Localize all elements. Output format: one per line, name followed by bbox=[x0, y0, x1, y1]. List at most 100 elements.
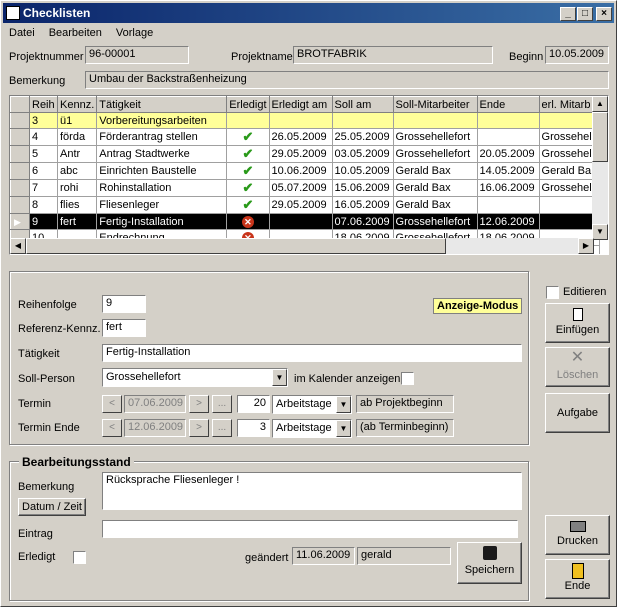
row-selector[interactable] bbox=[10, 145, 30, 163]
cell-taetigkeit: Vorbereitungsarbeiten bbox=[96, 112, 228, 129]
reihenfolge-input[interactable]: 9 bbox=[102, 295, 146, 313]
terminende-prev-button[interactable]: < bbox=[102, 419, 122, 437]
minimize-button[interactable]: _ bbox=[560, 7, 576, 21]
table-row[interactable]: ▶ 9 fert Fertig-Installation ✕ 07.06.2009 Gros… bbox=[10, 213, 600, 230]
scroll-down-icon[interactable]: ▼ bbox=[592, 224, 608, 240]
col-erledigt-am[interactable]: Erledigt am bbox=[268, 96, 333, 113]
termin-more-button[interactable]: ... bbox=[212, 395, 232, 413]
terminende-more-button[interactable]: ... bbox=[212, 419, 232, 437]
cell-ende: 12.06.2009 bbox=[476, 213, 540, 230]
menu-bearbeiten[interactable]: Bearbeiten bbox=[49, 27, 102, 39]
einfuegen-button[interactable]: Einfügen bbox=[545, 303, 610, 343]
window-title: Checklisten bbox=[23, 6, 91, 20]
taetigkeit-label: Tätigkeit bbox=[18, 348, 60, 360]
termin-label: Termin bbox=[18, 398, 52, 410]
erledigt-checkbox[interactable] bbox=[73, 551, 86, 564]
termin-number-input[interactable]: 20 bbox=[237, 395, 270, 413]
cell-soll_mitarbeiter: Grossehellefort bbox=[392, 128, 478, 146]
speichern-button[interactable]: Speichern bbox=[457, 542, 522, 584]
termin-prev-button[interactable]: < bbox=[102, 395, 122, 413]
terminende-date-field[interactable]: 12.06.2009 bbox=[124, 419, 186, 437]
cell-erl bbox=[538, 196, 600, 214]
check-icon: ✔ bbox=[242, 146, 254, 162]
sollperson-label: Soll-Person bbox=[18, 373, 75, 385]
cell-kennz: Antr bbox=[56, 145, 98, 163]
chevron-down-icon[interactable]: ▼ bbox=[336, 396, 351, 413]
row-selector[interactable] bbox=[10, 128, 30, 146]
col-taetigkeit[interactable]: Tätigkeit bbox=[96, 96, 228, 113]
terminende-number-input[interactable]: 3 bbox=[237, 419, 270, 437]
status-bemerkung-label: Bemerkung bbox=[18, 481, 75, 493]
row-selector[interactable] bbox=[10, 112, 30, 129]
chevron-down-icon[interactable]: ▼ bbox=[336, 420, 351, 437]
kalender-checkbox[interactable] bbox=[401, 372, 414, 385]
loeschen-label: Löschen bbox=[556, 369, 599, 381]
col-erledigt[interactable]: Erledigt bbox=[226, 96, 270, 113]
col-kennz[interactable]: Kennz. bbox=[56, 96, 98, 113]
cell-reih: 3 bbox=[29, 112, 58, 129]
datum-zeit-button[interactable]: Datum / Zeit bbox=[18, 498, 86, 516]
chevron-down-icon[interactable]: ▼ bbox=[272, 369, 287, 386]
table-row[interactable]: 3 ü1 Vorbereitungsarbeiten bbox=[10, 112, 600, 129]
referenz-input[interactable]: fert bbox=[102, 319, 146, 337]
editieren-checkbox[interactable] bbox=[546, 286, 559, 299]
cell-erledigt: ✔ bbox=[226, 128, 270, 146]
cell-kennz: förda bbox=[56, 128, 98, 146]
close-button[interactable]: × bbox=[596, 7, 612, 21]
cell-ende: 20.05.2009 bbox=[476, 145, 540, 163]
maximize-button[interactable]: □ bbox=[577, 7, 593, 21]
menu-datei[interactable]: Datei bbox=[9, 27, 35, 39]
vertical-scrollbar[interactable]: ▲ ▼ bbox=[592, 96, 608, 240]
erledigt-label: Erledigt bbox=[18, 551, 56, 563]
table-row[interactable]: 4 förda Förderantrag stellen ✔ 26.05.2009 25.… bbox=[10, 128, 600, 146]
checklist-grid[interactable]: Reih Kennz. Tätigkeit Erledigt Erledigt … bbox=[9, 95, 609, 255]
taetigkeit-input[interactable]: Fertig-Installation bbox=[102, 344, 522, 362]
row-selector[interactable]: ▶ bbox=[10, 213, 30, 230]
title-bar: Checklisten _ □ × bbox=[3, 3, 614, 23]
termin-date-field[interactable]: 07.06.2009 bbox=[124, 395, 186, 413]
row-selector[interactable] bbox=[10, 179, 30, 197]
col-reih[interactable]: Reih bbox=[29, 96, 58, 113]
loeschen-button[interactable]: ✕ Löschen bbox=[545, 347, 610, 387]
row-selector[interactable] bbox=[10, 162, 30, 180]
table-row[interactable]: 5 Antr Antrag Stadtwerke ✔ 29.05.2009 03.05.2… bbox=[10, 145, 600, 163]
eintrag-input[interactable] bbox=[102, 520, 518, 538]
cell-soll_mitarbeiter bbox=[392, 112, 478, 129]
termin-unit-select[interactable]: Arbeitstage ▼ bbox=[272, 395, 352, 414]
einfuegen-label: Einfügen bbox=[555, 324, 600, 336]
cell-kennz: flies bbox=[56, 196, 98, 214]
ende-button[interactable]: Ende bbox=[545, 559, 610, 599]
cell-ende: 16.06.2009 bbox=[476, 179, 540, 197]
cell-soll_am: 10.05.2009 bbox=[331, 162, 394, 180]
drucken-button[interactable]: Drucken bbox=[545, 515, 610, 555]
horizontal-scrollbar[interactable]: ◀ ▶ bbox=[10, 238, 594, 254]
scroll-up-icon[interactable]: ▲ bbox=[592, 96, 608, 112]
menu-vorlage[interactable]: Vorlage bbox=[116, 27, 153, 39]
checklist-table: Reih Kennz. Tätigkeit Erledigt Erledigt … bbox=[10, 96, 600, 254]
table-row[interactable]: 7 rohi Rohinstallation ✔ 05.07.2009 15.06.200… bbox=[10, 179, 600, 197]
row-selector[interactable] bbox=[10, 196, 30, 214]
cell-kennz: rohi bbox=[56, 179, 98, 197]
col-soll-am[interactable]: Soll am bbox=[331, 96, 394, 113]
terminende-unit-select[interactable]: Arbeitstage ▼ bbox=[272, 419, 352, 438]
hscroll-thumb[interactable] bbox=[26, 238, 446, 254]
cell-reih: 8 bbox=[29, 196, 58, 214]
scroll-right-icon[interactable]: ▶ bbox=[578, 238, 594, 254]
table-row[interactable]: 6 abc Einrichten Baustelle ✔ 10.06.2009 10.05… bbox=[10, 162, 600, 180]
terminende-next-button[interactable]: > bbox=[189, 419, 209, 437]
termin-next-button[interactable]: > bbox=[189, 395, 209, 413]
new-document-icon bbox=[572, 308, 583, 321]
cell-soll_mitarbeiter: Grossehellefort bbox=[392, 145, 478, 163]
scroll-thumb[interactable] bbox=[592, 112, 608, 162]
status-bemerkung-input[interactable]: Rücksprache Fliesenleger ! bbox=[102, 472, 522, 510]
sollperson-select[interactable]: Grossehellefort ▼ bbox=[102, 368, 288, 387]
x-circle-icon: ✕ bbox=[241, 215, 254, 228]
col-soll-mitarbeiter[interactable]: Soll-Mitarbeiter bbox=[392, 96, 478, 113]
referenz-label: Referenz-Kennz. bbox=[18, 323, 101, 335]
table-row[interactable]: 8 flies Fliesenleger ✔ 29.05.2009 16.05.2009 G… bbox=[10, 196, 600, 214]
col-erl-mitarb[interactable]: erl. Mitarb bbox=[538, 96, 600, 113]
col-ende[interactable]: Ende bbox=[476, 96, 540, 113]
app-icon bbox=[6, 6, 20, 20]
aufgabe-button[interactable]: Aufgabe bbox=[545, 393, 610, 433]
scroll-left-icon[interactable]: ◀ bbox=[10, 238, 26, 254]
